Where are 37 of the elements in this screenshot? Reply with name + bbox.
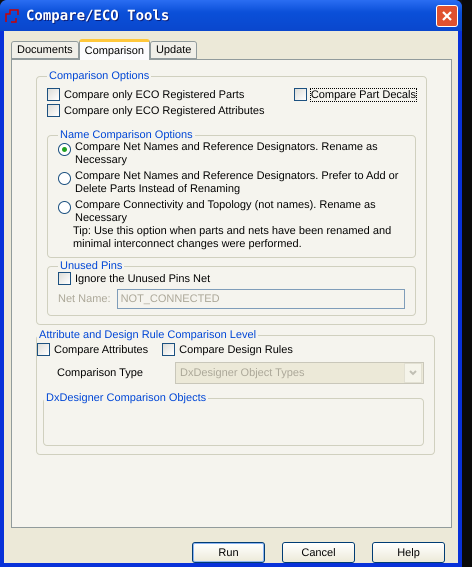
window-title: Compare/ECO Tools <box>26 8 170 24</box>
radio-button[interactable] <box>58 143 71 156</box>
field-label: Net Name: <box>58 293 111 305</box>
tab[interactable]: Documents <box>11 41 79 59</box>
dialog-button[interactable]: Help <box>372 542 445 563</box>
close-button[interactable] <box>436 4 458 26</box>
radio-label: Compare Connectivity and Topology (not names). Rename as Necessary <box>75 199 377 225</box>
app-icon <box>4 8 20 24</box>
caret-icon <box>409 370 418 376</box>
tab[interactable]: Comparison <box>78 39 150 60</box>
checkbox-label: Compare only ECO Registered Attributes <box>64 104 265 116</box>
radio-label: Compare Net Names and Reference Designators. Prefer to Add or Delete Parts Instead of Renaming <box>75 170 400 196</box>
checkbox-label: Compare Design Rules <box>179 344 293 356</box>
radio-button[interactable] <box>58 172 71 185</box>
checkbox[interactable] <box>162 343 176 356</box>
group-title: DxDesigner Comparison Objects <box>45 392 208 404</box>
tip-text: Tip: Use this option when parts and nets have been renamed and minimal interconnect changes were performed. <box>72 225 392 251</box>
tab[interactable]: Update <box>150 41 198 59</box>
group-title: Name Comparison Options <box>59 129 194 141</box>
group-title: Unused Pins <box>59 260 124 272</box>
checkbox-label: Compare Part Decals <box>310 88 416 100</box>
checkbox[interactable] <box>294 88 307 101</box>
checkbox[interactable] <box>47 104 60 117</box>
close-icon <box>441 10 453 22</box>
dialog-button[interactable]: Cancel <box>282 542 355 563</box>
field-label: Comparison Type <box>57 367 144 379</box>
radio-label: Compare Net Names and Reference Designators. Rename as Necessary <box>75 141 379 167</box>
checkbox-label: Ignore the Unused Pins Net <box>75 272 210 284</box>
checkbox-label: Compare only ECO Registered Parts <box>64 88 244 100</box>
checkbox-label: Compare Attributes <box>54 344 148 356</box>
checkbox[interactable] <box>58 272 71 285</box>
group-title: Comparison Options <box>48 70 150 82</box>
checkbox[interactable] <box>37 343 50 356</box>
checkbox[interactable] <box>47 88 60 101</box>
radio-button[interactable] <box>58 201 71 214</box>
dialog-button[interactable]: Run <box>192 542 265 563</box>
group-title: Attribute and Design Rule Comparison Level <box>38 329 258 341</box>
